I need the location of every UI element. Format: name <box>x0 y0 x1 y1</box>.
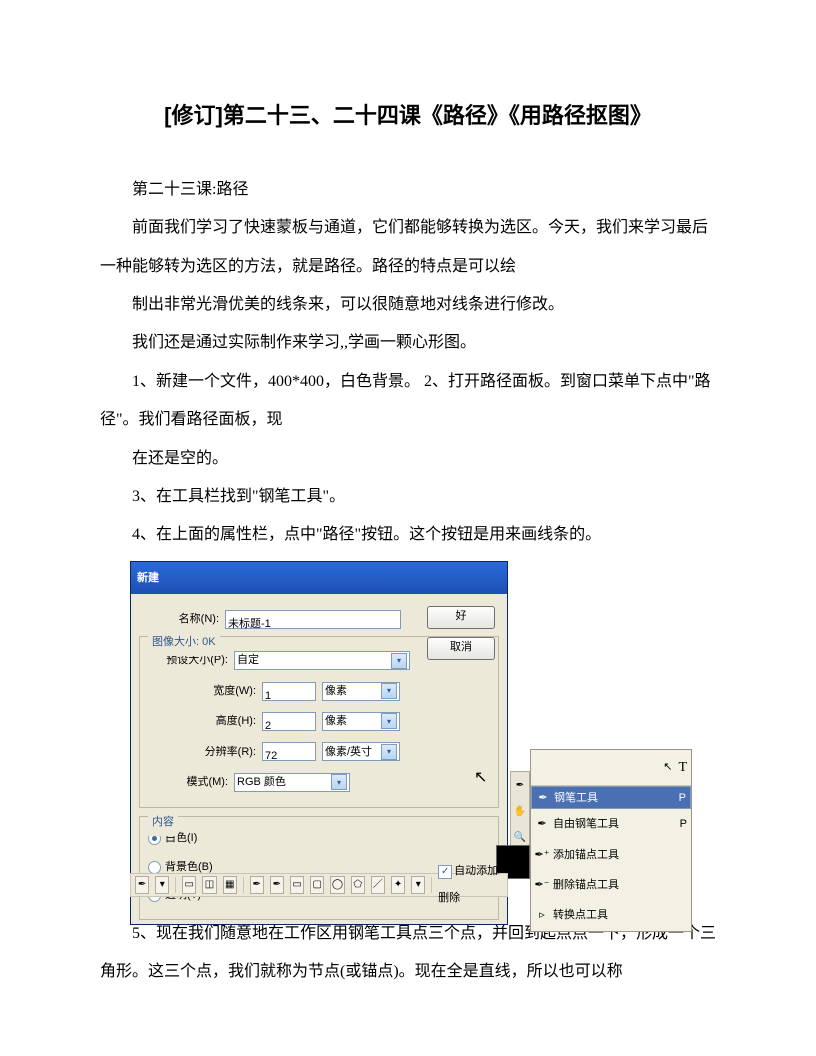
preset-select[interactable]: 自定 ▾ <box>234 651 410 670</box>
add-anchor-icon: ✒⁺ <box>535 848 549 862</box>
height-input[interactable]: 2 <box>262 712 316 731</box>
flyout-item-freeform-pen[interactable]: ✒ 自由钢笔工具 P <box>531 809 691 839</box>
preset-value: 自定 <box>237 647 259 673</box>
flyout-item-label: 添加锚点工具 <box>553 842 619 868</box>
width-label: 宽度(W): <box>188 678 262 704</box>
fill-pixels-icon[interactable]: ▦ <box>223 876 237 894</box>
resolution-unit-select[interactable]: 像素/英寸 ▾ <box>322 742 400 761</box>
flyout-item-pen[interactable]: ✒ 钢笔工具 P <box>531 786 691 809</box>
flyout-item-label: 转换点工具 <box>553 902 608 928</box>
paragraph: 3、在工具栏找到"钢笔工具"。 <box>100 478 716 516</box>
chevron-down-icon: ▾ <box>331 774 347 790</box>
shape-layers-icon[interactable]: ▭ <box>182 876 196 894</box>
options-bar: ✒ ▾ ▭ ◫ ▦ ✒ ✒ ▭ ▢ ◯ ⬠ ／ ✦ ▾ ✓自动添加/删除 <box>130 873 508 897</box>
separator <box>243 877 244 893</box>
chevron-down-icon: ▾ <box>391 653 407 669</box>
name-input[interactable]: 未标题-1 <box>225 610 401 629</box>
flyout-item-label: 自由钢笔工具 <box>553 811 619 837</box>
flyout-item-label: 钢笔工具 <box>554 785 598 811</box>
page-title: [修订]第二十三、二十四课《路径》《用路径抠图》 <box>100 90 716 143</box>
width-unit: 像素 <box>325 678 347 704</box>
flyout-item-add-anchor[interactable]: ✒⁺ 添加锚点工具 <box>531 840 691 870</box>
line-icon[interactable]: ／ <box>371 876 385 894</box>
checkbox-icon: ✓ <box>438 865 452 879</box>
freeform-pen-icon: ✒ <box>535 817 549 831</box>
paragraph: 在还是空的。 <box>100 440 716 478</box>
pen-icon[interactable]: ✒ <box>135 876 149 894</box>
flyout-item-label: 删除锚点工具 <box>553 872 619 898</box>
separator <box>431 877 432 893</box>
paragraph: 1、新建一个文件，400*400，白色背景。 2、打开路径面板。到窗口菜单下点中… <box>100 363 716 440</box>
paths-icon[interactable]: ◫ <box>202 876 216 894</box>
mode-label: 模式(M): <box>148 769 234 795</box>
convert-point-icon: ▹ <box>535 909 549 923</box>
chevron-down-icon[interactable]: ▾ <box>155 876 169 894</box>
hand-tool-icon[interactable]: ✋ <box>514 800 526 824</box>
paragraph: 前面我们学习了快速蒙板与通道，它们都能够转换为选区。今天，我们来学习最后一种能够… <box>100 209 716 286</box>
chevron-down-icon: ▾ <box>381 713 397 729</box>
flyout-item-key: P <box>674 811 687 837</box>
mode-value: RGB 颜色 <box>237 769 286 795</box>
ellipse-icon[interactable]: ◯ <box>330 876 344 894</box>
paragraph: 4、在上面的属性栏，点中"路径"按钮。这个按钮是用来画线条的。 <box>100 516 716 554</box>
flyout-item-convert-point[interactable]: ▹ 转换点工具 <box>531 900 691 930</box>
paragraph: 制出非常光滑优美的线条来，可以很随意地对线条进行修改。 <box>100 286 716 324</box>
separator <box>175 877 176 893</box>
resolution-label: 分辨率(R): <box>188 739 262 765</box>
pen-tool-icon[interactable]: ✒ <box>516 774 524 798</box>
image-size-legend: 图像大小: 0K <box>148 629 220 655</box>
radio-dot-icon <box>148 861 161 874</box>
radio-white[interactable]: 白色(I) <box>148 825 490 851</box>
mode-select[interactable]: RGB 颜色 ▾ <box>234 773 350 792</box>
height-unit: 像素 <box>325 708 347 734</box>
custom-shape-icon[interactable]: ✦ <box>391 876 405 894</box>
paragraph: 我们还是通过实际制作来学习,,学画一颗心形图。 <box>100 324 716 362</box>
chevron-down-icon[interactable]: ▾ <box>411 876 425 894</box>
width-unit-select[interactable]: 像素 ▾ <box>322 682 400 701</box>
type-tool-icon[interactable]: T <box>678 751 687 785</box>
rectangle-icon[interactable]: ▭ <box>290 876 304 894</box>
auto-add-delete-checkbox[interactable]: ✓自动添加/删除 <box>438 858 503 911</box>
pen-icon[interactable]: ✒ <box>250 876 264 894</box>
rounded-rect-icon[interactable]: ▢ <box>310 876 324 894</box>
freeform-pen-icon[interactable]: ✒ <box>270 876 284 894</box>
dialog-titlebar: 新建 <box>131 562 507 594</box>
mini-toolbar: ✒ ✋ 🔍 <box>510 771 530 853</box>
height-unit-select[interactable]: 像素 ▾ <box>322 712 400 731</box>
ok-button[interactable]: 好 <box>427 606 495 629</box>
flyout-item-delete-anchor[interactable]: ✒⁻ 删除锚点工具 <box>531 870 691 900</box>
delete-anchor-icon: ✒⁻ <box>535 878 549 892</box>
chevron-down-icon: ▾ <box>381 683 397 699</box>
width-input[interactable]: 1 <box>262 682 316 701</box>
cursor-icon: ↖ <box>474 759 487 797</box>
pen-icon: ✒ <box>536 791 550 805</box>
embedded-screenshot: 新建 好 取消 名称(N): 未标题-1 图像大小: 0K 预设大小(P): 自… <box>130 561 692 897</box>
polygon-icon[interactable]: ⬠ <box>351 876 365 894</box>
height-label: 高度(H): <box>188 708 262 734</box>
resolution-input[interactable]: 72 <box>262 742 316 761</box>
path-select-icon[interactable]: ↖ <box>663 754 672 780</box>
chevron-down-icon: ▾ <box>381 744 397 760</box>
contents-legend: 内容 <box>148 809 178 835</box>
resolution-unit: 像素/英寸 <box>325 739 372 765</box>
pen-tool-flyout: ↖ T ✒ 钢笔工具 P ✒ 自由钢笔工具 P ✒⁺ 添加锚点工具 ✒⁻ 删除锚… <box>530 749 692 932</box>
flyout-item-key: P <box>673 785 686 811</box>
paragraph: 第二十三课:路径 <box>100 171 716 209</box>
